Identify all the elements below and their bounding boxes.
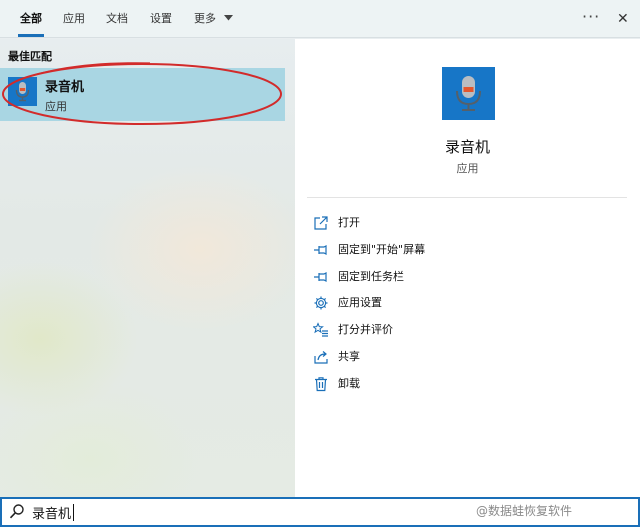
gear-icon	[314, 296, 328, 310]
pin-icon	[314, 272, 327, 282]
action-app-settings-label: 应用设置	[338, 296, 382, 309]
action-uninstall-label: 卸载	[338, 377, 360, 390]
chevron-down-icon	[223, 15, 233, 21]
action-app-settings[interactable]: 应用设置	[313, 292, 623, 314]
search-input[interactable]	[32, 501, 432, 523]
action-share[interactable]: 共享	[313, 346, 623, 368]
open-icon	[314, 216, 328, 230]
microphone-icon	[8, 77, 37, 106]
action-pin-start[interactable]: 固定到"开始"屏幕	[313, 239, 623, 261]
tab-apps[interactable]: 应用	[63, 0, 85, 38]
close-button[interactable]: ✕	[617, 0, 629, 38]
tab-more[interactable]: 更多	[194, 0, 233, 38]
app-name: 录音机	[444, 138, 490, 156]
more-options-button[interactable]: ···	[582, 0, 600, 38]
best-match-result[interactable]: 录音机 应用	[0, 68, 285, 121]
results-panel: 最佳匹配 录音机 应用	[0, 39, 295, 497]
tab-all[interactable]: 全部	[18, 0, 44, 38]
action-open[interactable]: 打开	[313, 212, 623, 234]
text-caret	[73, 504, 74, 521]
divider	[307, 197, 627, 198]
tab-settings[interactable]: 设置	[150, 0, 172, 38]
search-box[interactable]: @数据蛙恢复软件	[0, 497, 640, 527]
trash-icon	[315, 377, 327, 392]
best-match-subtitle: 应用	[45, 100, 67, 113]
action-uninstall[interactable]: 卸载	[313, 373, 623, 395]
action-rate-review-label: 打分并评价	[338, 323, 393, 336]
action-rate-review[interactable]: 打分并评价	[313, 319, 623, 341]
action-pin-taskbar-label: 固定到任务栏	[338, 270, 404, 283]
watermark-text: @数据蛙恢复软件	[476, 504, 573, 518]
detail-panel: 录音机 应用 打开 固定到"开始"屏幕 固定到任务栏 应用设置 打分并评价 共享…	[295, 39, 640, 497]
star-list-icon	[313, 322, 328, 337]
action-share-label: 共享	[338, 350, 360, 363]
share-icon	[314, 351, 328, 364]
search-icon	[9, 504, 24, 519]
microphone-icon	[442, 67, 495, 120]
pin-icon	[314, 245, 327, 255]
best-match-title: 录音机	[45, 80, 85, 95]
tab-more-label: 更多	[194, 12, 216, 25]
search-scope-bar: 全部 应用 文档 设置 更多 ··· ✕	[0, 0, 640, 38]
best-match-heading: 最佳匹配	[8, 50, 52, 63]
action-open-label: 打开	[338, 216, 360, 229]
action-pin-taskbar[interactable]: 固定到任务栏	[313, 266, 623, 288]
action-pin-start-label: 固定到"开始"屏幕	[338, 243, 426, 256]
tab-documents[interactable]: 文档	[106, 0, 128, 38]
app-type: 应用	[456, 162, 479, 175]
